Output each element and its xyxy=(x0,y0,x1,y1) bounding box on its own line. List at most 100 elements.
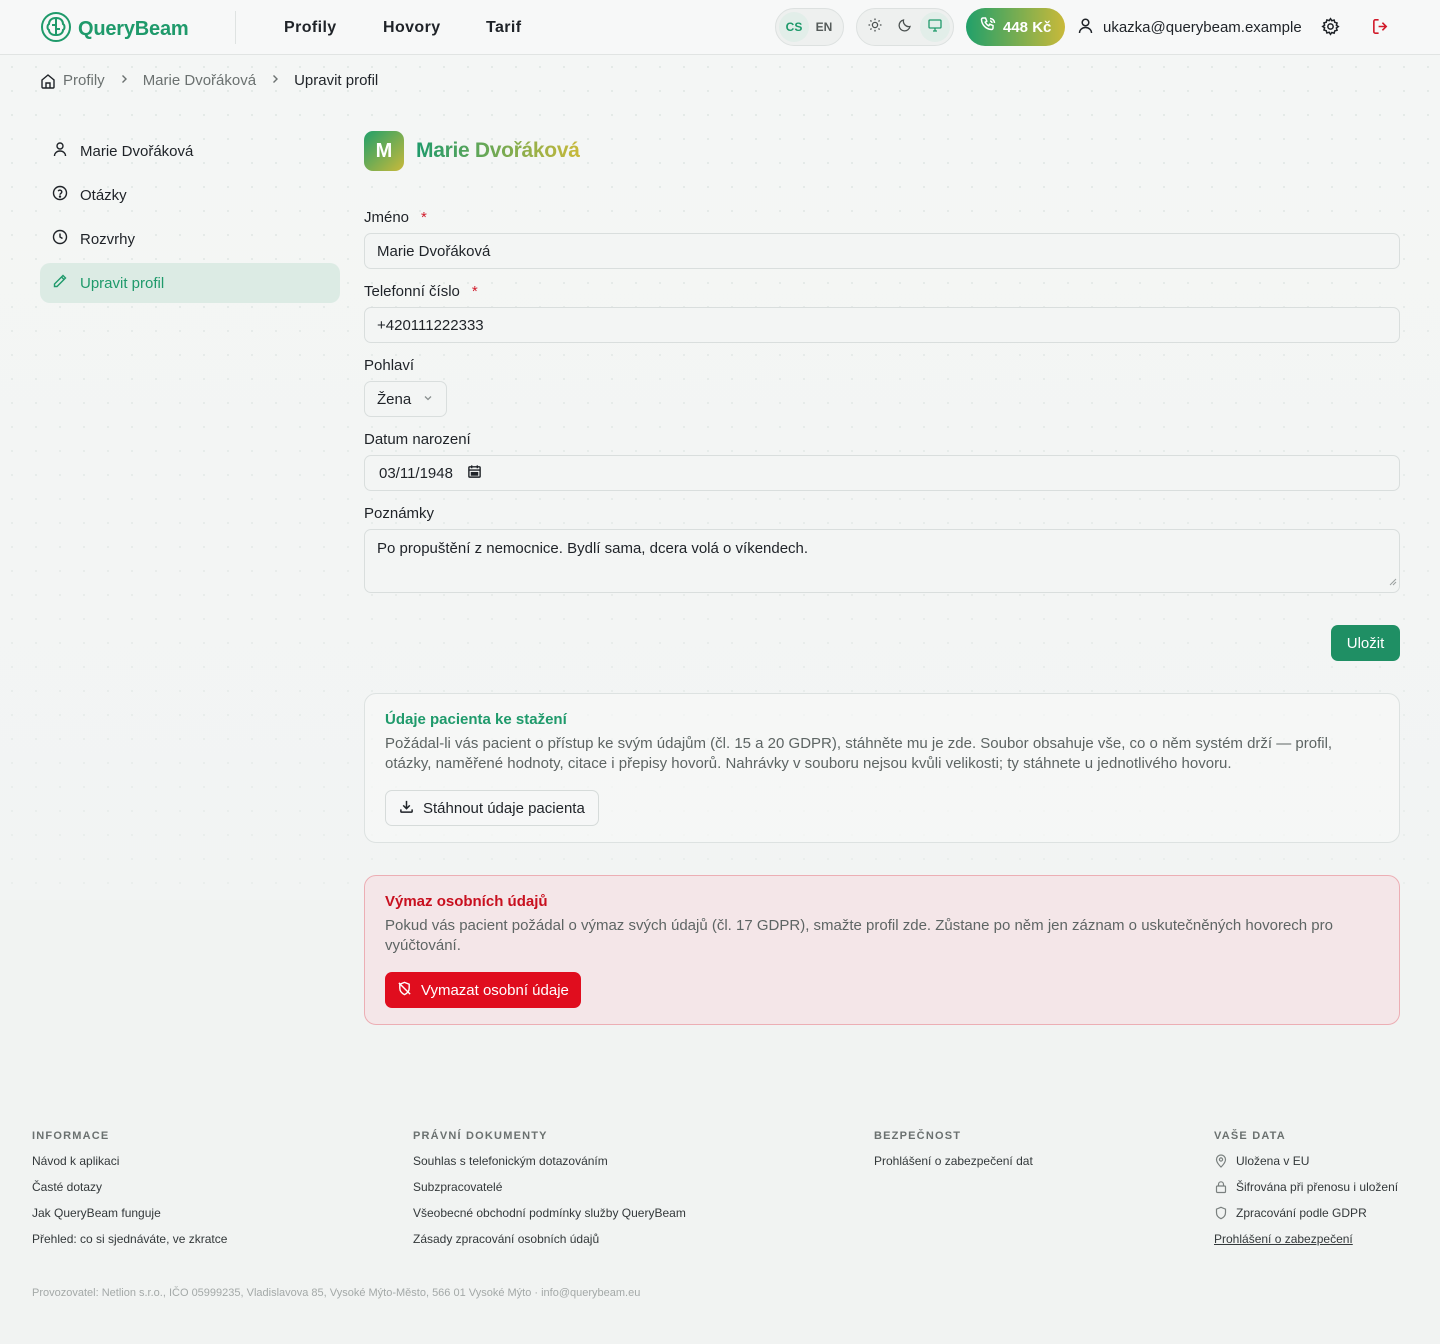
required-mark: * xyxy=(471,283,478,300)
nav-hovory[interactable]: Hovory xyxy=(383,19,486,37)
question-icon xyxy=(52,185,68,205)
footer-security-statement-link[interactable]: Prohlášení o zabezpečení xyxy=(1214,1232,1398,1258)
footer-link[interactable]: Přehled: co si sjednáváte, ve zkratce xyxy=(32,1232,227,1258)
calendar-icon[interactable] xyxy=(467,464,482,483)
erase-button-label: Vymazat osobní údaje xyxy=(421,981,569,999)
user-menu[interactable]: ukazka@querybeam.example xyxy=(1077,17,1302,38)
settings-button[interactable] xyxy=(1321,17,1340,41)
logo[interactable]: QueryBeam xyxy=(40,11,189,48)
breadcrumb: Profily Marie Dvořáková Upravit profil xyxy=(40,72,378,89)
moon-icon xyxy=(897,17,913,38)
download-patient-data-button[interactable]: Stáhnout údaje pacienta xyxy=(385,790,599,826)
gender-value: Žena xyxy=(377,390,412,408)
footer-link[interactable]: Všeobecné obchodní podmínky služby Query… xyxy=(413,1206,686,1232)
lock-icon xyxy=(1214,1180,1228,1197)
footer-data-column: VAŠE DATA Uložena v EU Šifrována při pře… xyxy=(1214,1130,1398,1258)
footer-data-item: Zpracování podle GDPR xyxy=(1214,1206,1398,1232)
footer-data-label: Uložena v EU xyxy=(1236,1154,1310,1168)
logo-text: QueryBeam xyxy=(78,18,189,40)
logout-button[interactable] xyxy=(1371,17,1390,41)
lang-cs-button[interactable]: CS xyxy=(779,12,809,42)
footer-link[interactable]: Souhlas s telefonickým dotazováním xyxy=(413,1154,686,1180)
footer-security-heading: BEZPEČNOST xyxy=(874,1130,962,1142)
shield-icon xyxy=(1214,1206,1228,1223)
footer-link[interactable]: Jak QueryBeam funguje xyxy=(32,1206,227,1232)
footer-data-heading: VAŠE DATA xyxy=(1214,1130,1286,1142)
phone-field-group: Telefonní číslo * +420111222333 xyxy=(364,283,1400,343)
required-mark: * xyxy=(421,209,427,226)
user-email: ukazka@querybeam.example xyxy=(1103,19,1302,36)
operator-info: Provozovatel: Netlion s.r.o., IČO 059992… xyxy=(32,1287,641,1299)
lang-en-button[interactable]: EN xyxy=(809,12,839,42)
phone-label: Telefonní číslo * xyxy=(364,283,1400,300)
credit-badge[interactable]: 448 Kč xyxy=(966,8,1065,46)
map-pin-icon xyxy=(1214,1154,1228,1171)
notes-value: Po propuštění z nemocnice. Bydlí sama, d… xyxy=(377,540,809,557)
profile-header: M Marie Dvořáková xyxy=(364,131,1400,171)
sidebar-item-profile[interactable]: Marie Dvořáková xyxy=(40,131,340,171)
sun-icon xyxy=(867,17,883,38)
top-header: QueryBeam Profily Hovory Tarif CS EN 448… xyxy=(0,0,1440,55)
footer-security-column: BEZPEČNOST Prohlášení o zabezpečení dat xyxy=(874,1130,1033,1180)
footer-info-heading: INFORMACE xyxy=(32,1130,110,1142)
save-button[interactable]: Uložit xyxy=(1331,625,1400,661)
erase-personal-data-button[interactable]: Vymazat osobní údaje xyxy=(385,972,581,1008)
footer-link[interactable]: Prohlášení o zabezpečení dat xyxy=(874,1154,1033,1180)
language-toggle: CS EN xyxy=(775,8,844,46)
nav-profily[interactable]: Profily xyxy=(284,19,383,37)
gender-select[interactable]: Žena xyxy=(364,381,447,417)
footer-legal-column: PRÁVNÍ DOKUMENTY Souhlas s telefonickým … xyxy=(413,1130,686,1258)
user-icon xyxy=(1077,17,1094,38)
footer-link[interactable]: Časté dotazy xyxy=(32,1180,227,1206)
footer-data-item: Uložena v EU xyxy=(1214,1154,1398,1180)
header-divider xyxy=(235,11,236,44)
footer-data-label: Šifrována při přenosu i uložení xyxy=(1236,1180,1399,1194)
user-icon xyxy=(52,141,68,161)
breadcrumb-profily[interactable]: Profily xyxy=(63,72,105,89)
nav-tarif[interactable]: Tarif xyxy=(486,19,521,37)
page-title: Marie Dvořáková xyxy=(416,139,580,162)
main-nav: Profily Hovory Tarif xyxy=(284,19,521,37)
export-data-card: Údaje pacienta ke stažení Požádal-li vás… xyxy=(364,693,1400,843)
theme-system-button[interactable] xyxy=(920,12,950,42)
delete-data-card: Výmaz osobních údajů Pokud vás pacient p… xyxy=(364,875,1400,1025)
birthdate-input[interactable]: 03/11/1948 xyxy=(364,455,1400,491)
phone-calls-icon xyxy=(979,16,997,38)
birthdate-value: 03/11/1948 xyxy=(379,464,453,482)
footer-info-column: INFORMACE Návod k aplikaci Časté dotazy … xyxy=(32,1130,227,1258)
home-icon[interactable] xyxy=(40,73,56,89)
sidebar-item-questions[interactable]: Otázky xyxy=(40,175,340,215)
sidebar-item-edit-profile[interactable]: Upravit profil xyxy=(40,263,340,303)
chevron-right-icon xyxy=(269,73,281,88)
gender-label: Pohlaví xyxy=(364,357,415,374)
export-card-text: Požádal-li vás pacient o přístup ke svým… xyxy=(385,735,1333,772)
clock-icon xyxy=(52,229,68,249)
name-label-text: Jméno xyxy=(364,209,410,226)
pencil-icon xyxy=(52,273,68,293)
theme-dark-button[interactable] xyxy=(890,12,920,42)
resize-handle-icon[interactable] xyxy=(1389,573,1397,590)
phone-label-text: Telefonní číslo xyxy=(364,283,460,300)
footer-link[interactable]: Subzpracovatelé xyxy=(413,1180,686,1206)
theme-light-button[interactable] xyxy=(860,12,890,42)
delete-card-title: Výmaz osobních údajů xyxy=(385,893,548,910)
name-label: Jméno * xyxy=(364,209,1400,226)
footer-data-label: Zpracování podle GDPR xyxy=(1236,1206,1367,1220)
sidebar: Marie Dvořáková Otázky Rozvrhy Upravit p… xyxy=(40,131,340,307)
sidebar-item-label: Marie Dvořáková xyxy=(80,142,194,160)
breadcrumb-profile-name[interactable]: Marie Dvořáková xyxy=(143,72,256,89)
chevron-down-icon xyxy=(422,391,434,408)
footer-link[interactable]: Návod k aplikaci xyxy=(32,1154,227,1180)
footer-legal-heading: PRÁVNÍ DOKUMENTY xyxy=(413,1130,548,1142)
gear-icon xyxy=(1321,17,1340,40)
notes-textarea[interactable]: Po propuštění z nemocnice. Bydlí sama, d… xyxy=(364,529,1400,593)
footer-link[interactable]: Zásady zpracování osobních údajů xyxy=(413,1232,686,1258)
shield-off-icon xyxy=(397,981,412,1000)
phone-input[interactable]: +420111222333 xyxy=(364,307,1400,343)
footer-data-item: Šifrována při přenosu i uložení xyxy=(1214,1180,1398,1206)
delete-card-text: Pokud vás pacient požádal o výmaz svých … xyxy=(385,917,1333,954)
sidebar-item-schedules[interactable]: Rozvrhy xyxy=(40,219,340,259)
name-input[interactable]: Marie Dvořáková xyxy=(364,233,1400,269)
notes-field-group: Poznámky Po propuštění z nemocnice. Bydl… xyxy=(364,505,1400,593)
notes-label: Poznámky xyxy=(364,505,435,522)
